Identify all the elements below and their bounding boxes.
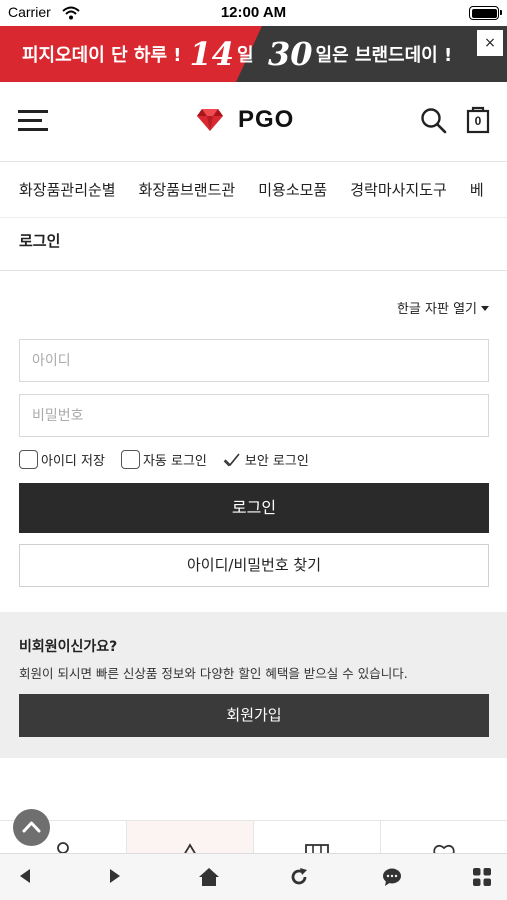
password-input[interactable] [19,394,489,437]
category-item[interactable]: 미용소모품 [258,162,327,217]
divider [0,270,507,271]
cart-count-badge: 0 [474,114,482,128]
caret-down-icon [481,306,489,311]
ruby-gem-icon [197,109,223,131]
banner-left-text-b: 일 [237,45,254,66]
status-time: 12:00 AM [220,4,287,21]
id-input[interactable] [19,339,489,382]
refresh-icon[interactable] [289,867,309,891]
banner-left-text: 피지오데이 단 하루 ! 14 일 [22,26,254,82]
save-id-label: 아이디 저장 [41,454,105,469]
home-icon[interactable] [198,867,220,891]
back-icon[interactable] [18,867,32,889]
banner-left-number: 14 [189,35,235,73]
site-header: PGO 0 [0,82,507,162]
checkbox-box[interactable] [120,450,140,469]
page-title: 로그인 [19,232,61,250]
korean-keyboard-toggle[interactable]: 한글 자판 열기 [397,298,489,317]
scroll-to-top-button[interactable] [13,809,50,846]
auto-login-checkbox[interactable]: 자동 로그인 [120,450,207,469]
browser-toolbar [0,853,507,900]
quick-menu-item[interactable] [127,821,254,854]
guest-question: 비회원이신가요? [19,639,118,655]
status-bar: Carrier 12:00 AM [0,0,507,26]
battery-icon [469,6,502,20]
logo-text: PGO [238,106,295,133]
hamburger-menu-icon[interactable] [18,110,48,132]
secure-login-toggle[interactable]: 보안 로그인 [223,450,309,469]
checkmark-icon [223,452,240,466]
checkbox-box[interactable] [19,450,38,469]
category-item[interactable]: 베 [470,162,484,217]
quick-menu-item[interactable] [254,821,381,854]
join-description: 회원이 되시면 빠른 신상품 정보와 다양한 할인 혜택을 받으실 수 있습니다… [19,666,408,681]
category-nav: 화장품관리순별 화장품브랜드관 미용소모품 경락마사지도구 베 [0,162,507,218]
category-item[interactable]: 화장품관리순별 [19,162,116,217]
category-item[interactable]: 화장품브랜드관 [139,162,236,217]
quick-menu-item[interactable] [381,821,507,854]
keyboard-toggle-label: 한글 자판 열기 [396,302,477,317]
chevron-up-icon [22,821,41,833]
join-button[interactable]: 회원가입 [19,694,489,737]
find-id-password-button[interactable]: 아이디/비밀번호 찾기 [19,544,489,587]
banner-left-text-a: 피지오데이 단 하루 ! [22,45,182,66]
banner-right-text: 30 일은 브랜드데이 ! [268,26,452,82]
cart-icon[interactable]: 0 [466,106,490,138]
promo-banner[interactable]: 피지오데이 단 하루 ! 14 일 30 일은 브랜드데이 ! × [0,26,507,82]
login-button[interactable]: 로그인 [19,483,489,533]
join-section: 비회원이신가요? 회원이 되시면 빠른 신상품 정보와 다양한 할인 혜택을 받… [0,612,507,758]
apps-icon[interactable] [472,867,492,891]
auto-login-label: 자동 로그인 [142,454,207,469]
banner-right-number: 30 [268,35,313,73]
search-icon[interactable] [420,107,448,139]
banner-close-button[interactable]: × [477,30,503,56]
category-item[interactable]: 경락마사지도구 [350,162,447,217]
secure-login-label: 보안 로그인 [244,454,309,469]
save-id-checkbox[interactable]: 아이디 저장 [19,450,105,469]
banner-right-label: 일은 브랜드데이 ! [315,45,453,66]
chat-icon[interactable] [381,867,403,891]
quick-menu-bar [0,820,507,854]
login-options: 아이디 저장 자동 로그인 보안 로그인 [19,450,325,469]
site-logo[interactable]: PGO [196,106,294,134]
forward-icon[interactable] [108,867,122,889]
